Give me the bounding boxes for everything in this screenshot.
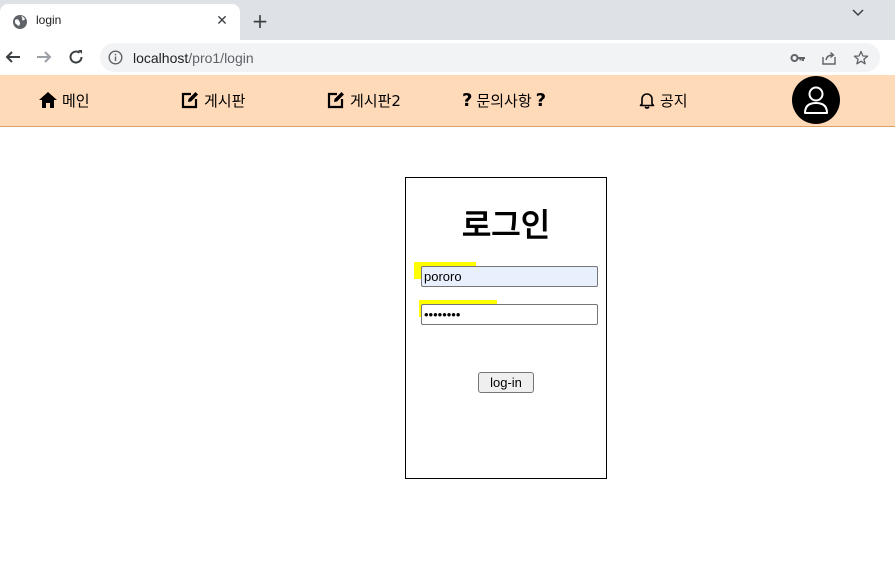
bell-icon — [639, 93, 655, 109]
login-button[interactable]: log-in — [478, 372, 534, 393]
key-icon[interactable] — [790, 50, 806, 66]
browser-toolbar: localhost/pro1/login — [0, 40, 895, 75]
globe-icon — [13, 15, 27, 29]
browser-tab[interactable]: login ✕ — [0, 4, 240, 40]
url-text: localhost/pro1/login — [133, 50, 254, 66]
info-icon[interactable] — [108, 50, 123, 65]
avatar[interactable] — [792, 76, 840, 124]
nav-item-board2[interactable]: 게시판2 — [326, 88, 401, 112]
url-host: localhost — [133, 50, 189, 66]
user-icon — [804, 86, 828, 114]
nav-item-main[interactable]: 메인 — [38, 88, 90, 112]
new-tab-button[interactable]: + — [250, 11, 270, 31]
close-icon[interactable]: ✕ — [214, 13, 230, 29]
nav-item-board[interactable]: 게시판 — [180, 88, 245, 112]
id-field[interactable] — [421, 266, 598, 287]
nav-item-notice[interactable]: 공지 — [638, 88, 688, 112]
nav-item-label: 메인 — [62, 91, 90, 110]
reload-icon[interactable] — [67, 48, 85, 66]
edit-icon — [181, 92, 198, 109]
nav-item-label: 게시판2 — [350, 91, 401, 110]
question-icon: ? — [535, 89, 547, 111]
login-form: 로그인 log-in — [405, 177, 607, 479]
url-path: /pro1/login — [188, 50, 254, 66]
edit-icon — [327, 92, 344, 109]
nav-item-inquiry[interactable]: ? 문의사항 ? — [462, 88, 546, 112]
question-icon: ? — [462, 89, 473, 111]
nav-item-label: 문의사항 — [476, 91, 532, 110]
share-icon[interactable] — [821, 50, 837, 66]
browser-tabstrip: login ✕ + — [0, 0, 895, 40]
login-title: 로그인 — [461, 206, 551, 244]
password-field[interactable] — [421, 304, 598, 325]
home-icon — [39, 92, 57, 108]
star-icon[interactable] — [853, 50, 869, 66]
nav-item-label: 공지 — [660, 91, 688, 110]
chevron-down-icon[interactable] — [850, 5, 866, 21]
forward-arrow-icon[interactable] — [35, 48, 53, 66]
tab-title: login — [36, 13, 62, 27]
nav-item-label: 게시판 — [204, 91, 246, 110]
back-arrow-icon[interactable] — [4, 48, 22, 66]
address-bar[interactable]: localhost/pro1/login — [100, 43, 880, 72]
site-navbar: 메인 게시판 게시판2 ? 문의사항 ? 공지 — [0, 75, 895, 127]
